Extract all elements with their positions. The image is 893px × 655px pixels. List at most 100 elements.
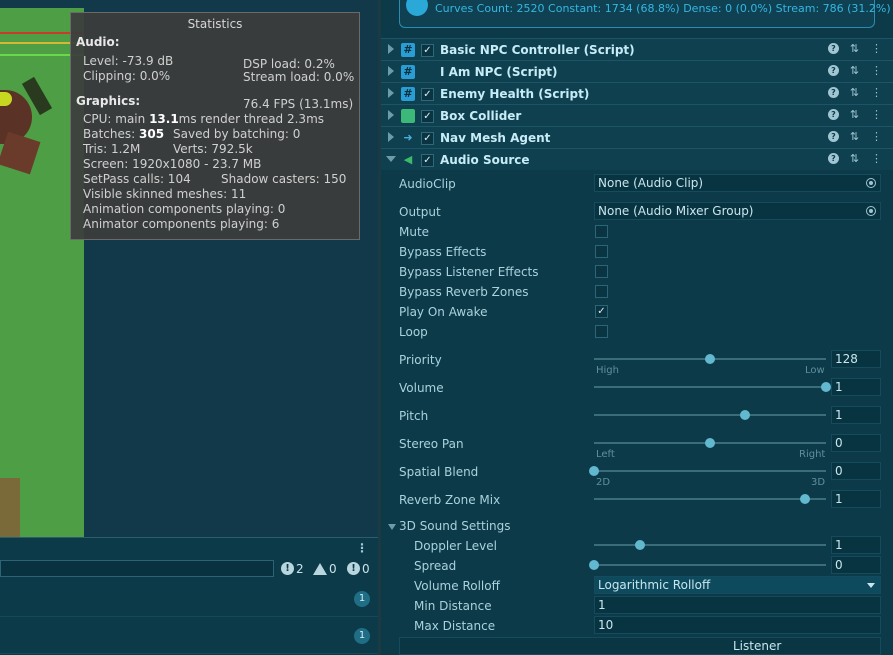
bypass-effects-checkbox[interactable]	[595, 245, 608, 258]
doppler-level-slider[interactable]	[594, 539, 826, 551]
kebab-menu-icon[interactable]: ⋮	[870, 108, 883, 122]
component-header-icons: ? ⇅ ⋮	[828, 42, 883, 56]
mute-label: Mute	[399, 225, 430, 239]
doppler-level-field[interactable]: 1	[831, 536, 881, 554]
component-basic-npc-controller[interactable]: # ✓ Basic NPC Controller (Script) ? ⇅ ⋮	[381, 38, 893, 60]
stereo-pan-field[interactable]: 0	[831, 434, 881, 452]
max-distance-field[interactable]: 10	[594, 616, 881, 634]
slider-knob[interactable]	[589, 466, 599, 476]
volume-field[interactable]: 1	[831, 378, 881, 396]
component-enabled-checkbox[interactable]: ✓	[421, 110, 434, 123]
slider-knob[interactable]	[800, 494, 811, 504]
bypass-reverb-zones-checkbox[interactable]	[595, 285, 608, 298]
audio-clip-field[interactable]: None (Audio Clip)	[594, 174, 881, 192]
presets-icon[interactable]: ⇅	[848, 130, 861, 144]
spatial-blend-slider[interactable]	[589, 465, 826, 477]
kebab-menu-icon[interactable]: ⋮	[870, 42, 883, 56]
console-log-row[interactable]: 1	[0, 581, 378, 617]
component-audio-source[interactable]: ◀ ✓ Audio Source ? ⇅ ⋮	[381, 148, 893, 170]
mute-checkbox[interactable]	[595, 225, 608, 238]
component-enabled-checkbox[interactable]: ✓	[421, 44, 434, 57]
help-icon[interactable]: ?	[828, 131, 839, 142]
priority-slider[interactable]	[594, 353, 826, 365]
slider-knob[interactable]	[705, 354, 715, 364]
help-icon[interactable]: ?	[828, 109, 839, 120]
console-search-input[interactable]	[0, 560, 274, 577]
presets-icon[interactable]: ⇅	[848, 86, 861, 100]
chevron-down-icon	[867, 583, 875, 588]
error-count-toggle[interactable]: ! 2	[281, 560, 304, 577]
rolloff-curve-graph[interactable]: Listener	[399, 637, 881, 655]
component-header-icons: ? ⇅ ⋮	[828, 152, 883, 166]
slider-knob[interactable]	[739, 410, 750, 420]
priority-field[interactable]: 128	[831, 350, 881, 368]
saved-by-batching: Saved by batching: 0	[173, 127, 301, 141]
slider-knob[interactable]	[705, 438, 715, 448]
collapse-arrow-icon[interactable]	[386, 156, 396, 162]
kebab-menu-icon[interactable]: ⋮	[870, 86, 883, 100]
slider-knob[interactable]	[821, 382, 831, 392]
kebab-menu-icon[interactable]: ⋮	[870, 152, 883, 166]
pitch-slider[interactable]	[594, 409, 826, 421]
stereo-pan-slider[interactable]	[594, 437, 826, 449]
curves-info-text: Curves Count: 2520 Constant: 1734 (68.8%…	[435, 2, 891, 15]
loop-checkbox[interactable]	[595, 325, 608, 338]
expand-arrow-icon[interactable]	[388, 44, 394, 54]
component-enabled-checkbox[interactable]: ✓	[421, 88, 434, 101]
help-icon[interactable]: ?	[828, 153, 839, 164]
bypass-listener-effects-checkbox[interactable]	[595, 265, 608, 278]
presets-icon[interactable]: ⇅	[848, 152, 861, 166]
help-icon[interactable]: ?	[828, 43, 839, 54]
object-picker-icon[interactable]	[866, 206, 876, 216]
message-count-toggle[interactable]: ! 0	[347, 560, 370, 577]
volume-rolloff-dropdown[interactable]: Logarithmic Rolloff	[594, 576, 881, 594]
presets-icon[interactable]: ⇅	[848, 42, 861, 56]
log-count-badge: 1	[354, 628, 370, 644]
expand-arrow-icon[interactable]	[388, 88, 394, 98]
presets-icon[interactable]: ⇅	[848, 64, 861, 78]
audio-heading: Audio:	[76, 35, 120, 49]
component-enabled-checkbox[interactable]: ✓	[421, 132, 434, 145]
play-on-awake-checkbox[interactable]: ✓	[595, 305, 608, 318]
3d-sound-settings-foldout[interactable]: 3D Sound Settings	[388, 519, 511, 533]
presets-icon[interactable]: ⇅	[848, 108, 861, 122]
component-i-am-npc[interactable]: # I Am NPC (Script) ? ⇅ ⋮	[381, 60, 893, 82]
slider-knob[interactable]	[635, 540, 646, 550]
reverb-zone-mix-label: Reverb Zone Mix	[399, 493, 501, 507]
component-box-collider[interactable]: ✓ Box Collider ? ⇅ ⋮	[381, 104, 893, 126]
console-menu-icon[interactable]: ⋮	[356, 541, 368, 555]
expand-arrow-icon[interactable]	[388, 132, 394, 142]
volume-slider[interactable]	[594, 381, 831, 393]
warning-count-toggle[interactable]: 0	[313, 560, 337, 577]
component-header-icons: ? ⇅ ⋮	[828, 86, 883, 100]
kebab-menu-icon[interactable]: ⋮	[870, 64, 883, 78]
scene-view[interactable]: Statistics Audio: Level: -73.9 dB Clippi…	[0, 0, 378, 537]
spread-slider[interactable]	[589, 559, 826, 571]
reverb-zone-mix-field[interactable]: 1	[831, 490, 881, 508]
spread-field[interactable]: 0	[831, 556, 881, 574]
component-header-icons: ? ⇅ ⋮	[828, 130, 883, 144]
min-distance-field[interactable]: 1	[594, 596, 881, 614]
console-log-row[interactable]: 1	[0, 618, 378, 654]
component-enemy-health[interactable]: # ✓ Enemy Health (Script) ? ⇅ ⋮	[381, 82, 893, 104]
expand-arrow-icon[interactable]	[388, 66, 394, 76]
component-nav-mesh-agent[interactable]: ➜ ✓ Nav Mesh Agent ? ⇅ ⋮	[381, 126, 893, 148]
volume-label: Volume	[399, 381, 444, 395]
help-icon[interactable]: ?	[828, 87, 839, 98]
pitch-field[interactable]: 1	[831, 406, 881, 424]
spatial-blend-field[interactable]: 0	[831, 462, 881, 480]
object-picker-icon[interactable]	[866, 178, 876, 188]
output-field[interactable]: None (Audio Mixer Group)	[594, 202, 881, 220]
slider-track	[594, 470, 826, 472]
animator-components-readout: Animator components playing: 6	[83, 217, 280, 231]
component-enabled-checkbox[interactable]: ✓	[421, 154, 434, 167]
max-distance-label: Max Distance	[414, 619, 496, 633]
info-icon	[406, 0, 428, 16]
kebab-menu-icon[interactable]: ⋮	[870, 130, 883, 144]
volume-rolloff-value: Logarithmic Rolloff	[598, 578, 711, 592]
expand-arrow-icon[interactable]	[388, 110, 394, 120]
spread-label: Spread	[414, 559, 457, 573]
reverb-zone-mix-slider[interactable]	[594, 493, 826, 505]
help-icon[interactable]: ?	[828, 65, 839, 76]
slider-knob[interactable]	[589, 560, 599, 570]
